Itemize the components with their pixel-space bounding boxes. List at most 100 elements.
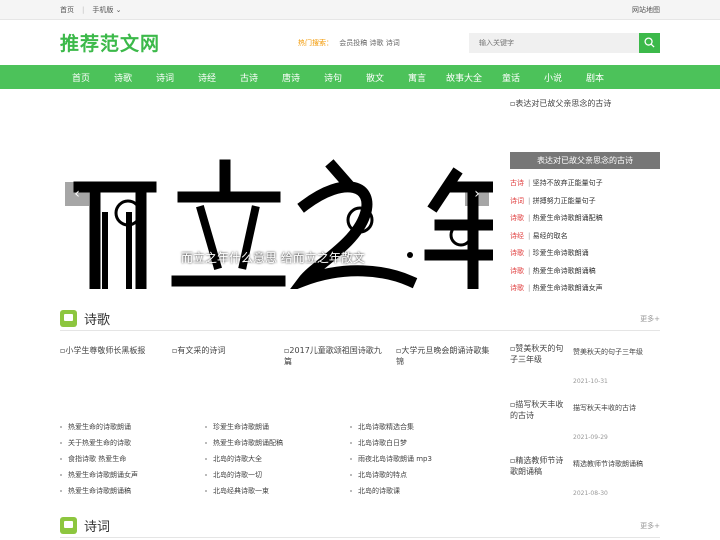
site-logo[interactable]: 推荐范文网: [60, 29, 160, 56]
list-item[interactable]: 关于热爱生命的诗歌: [60, 435, 200, 451]
hero-slider[interactable]: ‹ › 而立之年什么意思 给而立之年散文: [65, 95, 493, 289]
section-title[interactable]: 诗歌: [84, 309, 110, 328]
article-card[interactable]: ▫赞美秋天的句子三年级 赞美秋天的句子三年级 2021-10-31: [510, 343, 660, 395]
thumbnail-alt-text: 小学生尊敬师长黑板报: [65, 346, 146, 355]
article-list-column: 珍爱生命诗歌朗诵 热爱生命诗歌朗诵配稿 北岛的诗歌大全 北岛的诗歌一切 北岛经典诗歌一束: [205, 419, 345, 499]
article-list-column: 热爱生命的诗歌朗诵 关于热爱生命的诗歌 食指诗歌 热爱生命 热爱生命诗歌朗诵女声 热爱生…: [60, 419, 200, 499]
article-title[interactable]: 热爱生命诗歌朗诵配稿: [533, 214, 603, 222]
thumbnail-alt-text: 2017儿童歌颂祖国诗歌九篇: [284, 346, 382, 366]
list-item[interactable]: 食指诗歌 热爱生命: [60, 451, 200, 467]
side-list-item[interactable]: 诗词 | 拼搏努力正能量句子: [510, 193, 660, 211]
card-image-placeholder[interactable]: ▫赞美秋天的句子三年级: [510, 343, 570, 365]
category-label[interactable]: 诗歌: [510, 284, 524, 292]
slider-caption[interactable]: 而立之年什么意思 给而立之年散文: [181, 249, 365, 266]
nav-item[interactable]: 诗经: [186, 71, 228, 84]
slider-next-arrow[interactable]: ›: [465, 182, 489, 206]
list-item[interactable]: 热爱生命的诗歌朗诵: [60, 419, 200, 435]
side-list-item[interactable]: 诗歌 | 热爱生命诗歌朗诵女声: [510, 280, 660, 298]
side-list-item[interactable]: 诗歌 | 热爱生命诗歌朗诵稿: [510, 263, 660, 281]
card-title[interactable]: 赞美秋天的句子三年级: [573, 347, 663, 358]
category-label[interactable]: 诗经: [510, 232, 524, 240]
book-icon: [60, 517, 77, 534]
thumbnail-item[interactable]: ▫大学元旦晚会朗诵诗歌集锦: [396, 345, 496, 367]
nav-item[interactable]: 故事大全: [438, 71, 490, 84]
side-list-item[interactable]: 诗歌 | 珍爱生命诗歌朗诵: [510, 245, 660, 263]
category-label[interactable]: 古诗: [510, 179, 524, 187]
list-item[interactable]: 北岛诗歌白日梦: [350, 435, 490, 451]
nav-item[interactable]: 古诗: [228, 71, 270, 84]
slider-prev-arrow[interactable]: ‹: [65, 182, 89, 206]
list-item[interactable]: 北岛的诗歌课: [350, 483, 490, 499]
nav-item[interactable]: 首页: [60, 71, 102, 84]
search-button[interactable]: [639, 32, 660, 53]
more-link[interactable]: 更多+: [640, 521, 660, 531]
nav-item[interactable]: 童话: [490, 71, 532, 84]
chevron-down-icon: ⌄: [115, 6, 122, 14]
hot-search: 热门搜索： 会员投稿 诗歌 诗词: [298, 38, 400, 48]
side-panel: ▫表达对已故父亲思念的古诗 表达对已故父亲思念的古诗 古诗 | 坚持不放弃正能量句…: [510, 98, 660, 298]
side-list-item[interactable]: 诗经 | 易经的取名: [510, 228, 660, 246]
list-item[interactable]: 北岛的诗歌一切: [205, 467, 345, 483]
divider: |: [82, 6, 85, 14]
top-bar: 首页 | 手机版 ⌄ 网站地图: [0, 0, 720, 20]
nav-item[interactable]: 诗歌: [102, 71, 144, 84]
hot-search-links[interactable]: 会员投稿 诗歌 诗词: [339, 39, 399, 47]
list-item[interactable]: 北岛诗歌精选合集: [350, 419, 490, 435]
article-title[interactable]: 热爱生命诗歌朗诵女声: [533, 284, 603, 292]
section-title[interactable]: 诗词: [84, 516, 110, 535]
nav-item[interactable]: 诗词: [144, 71, 186, 84]
header: 推荐范文网 热门搜索： 会员投稿 诗歌 诗词: [0, 20, 720, 65]
nav-item[interactable]: 诗句: [312, 71, 354, 84]
category-label[interactable]: 诗词: [510, 197, 524, 205]
category-label[interactable]: 诗歌: [510, 214, 524, 222]
nav-item[interactable]: 剧本: [574, 71, 616, 84]
list-item[interactable]: 热爱生命诗歌朗诵女声: [60, 467, 200, 483]
search-form: [469, 32, 660, 53]
list-item[interactable]: 北岛经典诗歌一束: [205, 483, 345, 499]
sitemap-link[interactable]: 网站地图: [632, 5, 660, 15]
card-image-placeholder[interactable]: ▫描写秋天丰收的古诗: [510, 399, 570, 421]
card-image-placeholder[interactable]: ▫精选教师节诗歌朗诵稿: [510, 455, 570, 477]
side-list-item[interactable]: 古诗 | 坚持不放弃正能量句子: [510, 175, 660, 193]
nav-item[interactable]: 寓言: [396, 71, 438, 84]
side-image-placeholder[interactable]: ▫表达对已故父亲思念的古诗: [510, 98, 660, 152]
mobile-version-link[interactable]: 手机版 ⌄: [92, 5, 121, 15]
nav-item[interactable]: 小说: [532, 71, 574, 84]
list-item[interactable]: 珍爱生命诗歌朗诵: [205, 419, 345, 435]
thumbnail-alt-text: 大学元旦晚会朗诵诗歌集锦: [396, 346, 490, 366]
top-home-link[interactable]: 首页: [60, 5, 74, 15]
article-list-column: 北岛诗歌精选合集 北岛诗歌白日梦 雨夜北岛诗歌朗诵 mp3 北岛诗歌的特点 北岛的诗歌课: [350, 419, 490, 499]
list-item[interactable]: 雨夜北岛诗歌朗诵 mp3: [350, 451, 490, 467]
card-date: 2021-08-30: [573, 490, 608, 497]
more-link[interactable]: 更多+: [640, 314, 660, 324]
article-title[interactable]: 易经的取名: [533, 232, 568, 240]
list-item[interactable]: 北岛的诗歌大全: [205, 451, 345, 467]
search-input[interactable]: [469, 32, 639, 53]
card-title[interactable]: 描写秋天丰收的古诗: [573, 403, 663, 414]
article-title[interactable]: 热爱生命诗歌朗诵稿: [533, 267, 596, 275]
nav-item[interactable]: 散文: [354, 71, 396, 84]
article-card[interactable]: ▫描写秋天丰收的古诗 描写秋天丰收的古诗 2021-09-29: [510, 399, 660, 451]
section-header-poetry: 诗歌 更多+: [60, 307, 660, 331]
category-label[interactable]: 诗歌: [510, 249, 524, 257]
list-item[interactable]: 热爱生命诗歌朗诵配稿: [205, 435, 345, 451]
article-card[interactable]: ▫精选教师节诗歌朗诵稿 精选教师节诗歌朗诵稿 2021-08-30: [510, 455, 660, 507]
list-item[interactable]: 北岛诗歌的特点: [350, 467, 490, 483]
nav-item[interactable]: 唐诗: [270, 71, 312, 84]
card-date: 2021-10-31: [573, 378, 608, 385]
thumbnail-item[interactable]: ▫小学生尊敬师长黑板报: [60, 345, 160, 356]
article-title[interactable]: 珍爱生命诗歌朗诵: [533, 249, 589, 257]
thumbnail-item[interactable]: ▫有文采的诗词: [172, 345, 272, 356]
thumbnail-alt-text: 有文采的诗词: [177, 346, 226, 355]
card-title[interactable]: 精选教师节诗歌朗诵稿: [573, 459, 663, 470]
thumbnail-item[interactable]: ▫2017儿童歌颂祖国诗歌九篇: [284, 345, 384, 367]
category-label[interactable]: 诗歌: [510, 267, 524, 275]
article-title[interactable]: 坚持不放弃正能量句子: [533, 179, 603, 187]
side-list-item[interactable]: 诗歌 | 热爱生命诗歌朗诵配稿: [510, 210, 660, 228]
side-image-alt: 表达对已故父亲思念的古诗: [515, 99, 612, 108]
mobile-label: 手机版: [92, 6, 114, 14]
article-title[interactable]: 拼搏努力正能量句子: [533, 197, 596, 205]
card-image-alt: 描写秋天丰收的古诗: [510, 400, 564, 420]
list-item[interactable]: 热爱生命诗歌朗诵稿: [60, 483, 200, 499]
side-image-title[interactable]: 表达对已故父亲思念的古诗: [510, 152, 660, 169]
